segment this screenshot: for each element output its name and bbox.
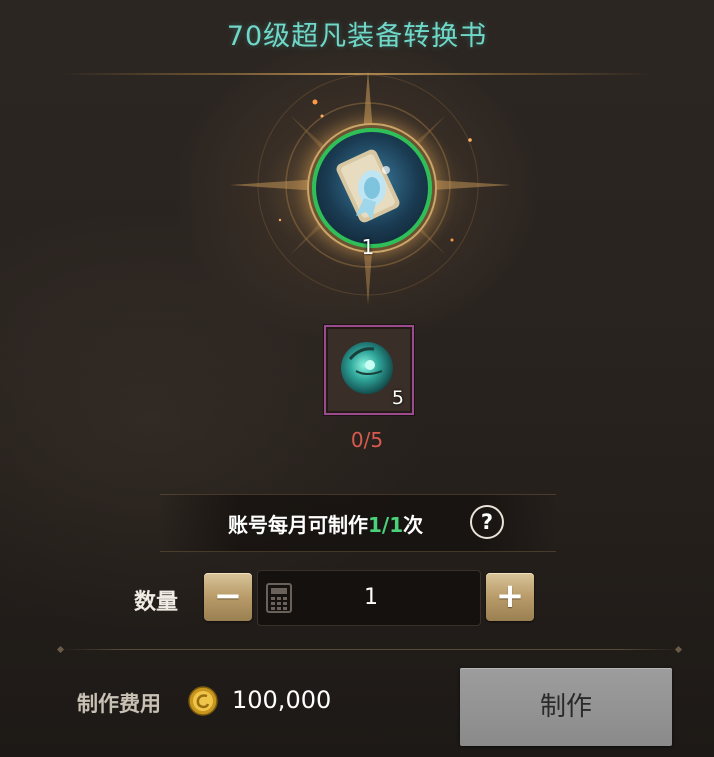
limit-prefix: 账号每月可制作 (228, 513, 368, 537)
divider-ornament-left (56, 645, 65, 654)
quantity-value: 1 (364, 585, 378, 610)
cost-amount: 100,000 (232, 686, 332, 714)
section-divider (60, 649, 680, 650)
product-item-icon[interactable] (312, 128, 432, 248)
craft-button[interactable]: 制作 (460, 668, 672, 746)
item-title: 70级超凡装备转换书 (226, 21, 488, 52)
limit-suffix: 次 (403, 513, 424, 537)
scroll-book-icon (336, 149, 400, 223)
monthly-limit-text: 账号每月可制作1/1次 (228, 509, 423, 538)
material-slot[interactable]: 5 (324, 325, 414, 415)
material-progress: 0/5 (350, 428, 384, 452)
calculator-icon[interactable] (266, 583, 292, 613)
help-icon[interactable]: ? (470, 505, 504, 539)
increase-button[interactable]: + (486, 573, 534, 621)
limit-value: 1/1 (368, 513, 404, 537)
quantity-input[interactable]: 1 (257, 570, 481, 626)
cost-label: 制作费用 (77, 692, 161, 716)
material-count: 5 (391, 387, 404, 409)
decrease-button[interactable]: − (204, 573, 252, 621)
quantity-label: 数量 (134, 590, 179, 615)
product-count: 1 (361, 235, 375, 259)
gold-coin-icon (188, 686, 218, 716)
divider-ornament-right (674, 645, 683, 654)
